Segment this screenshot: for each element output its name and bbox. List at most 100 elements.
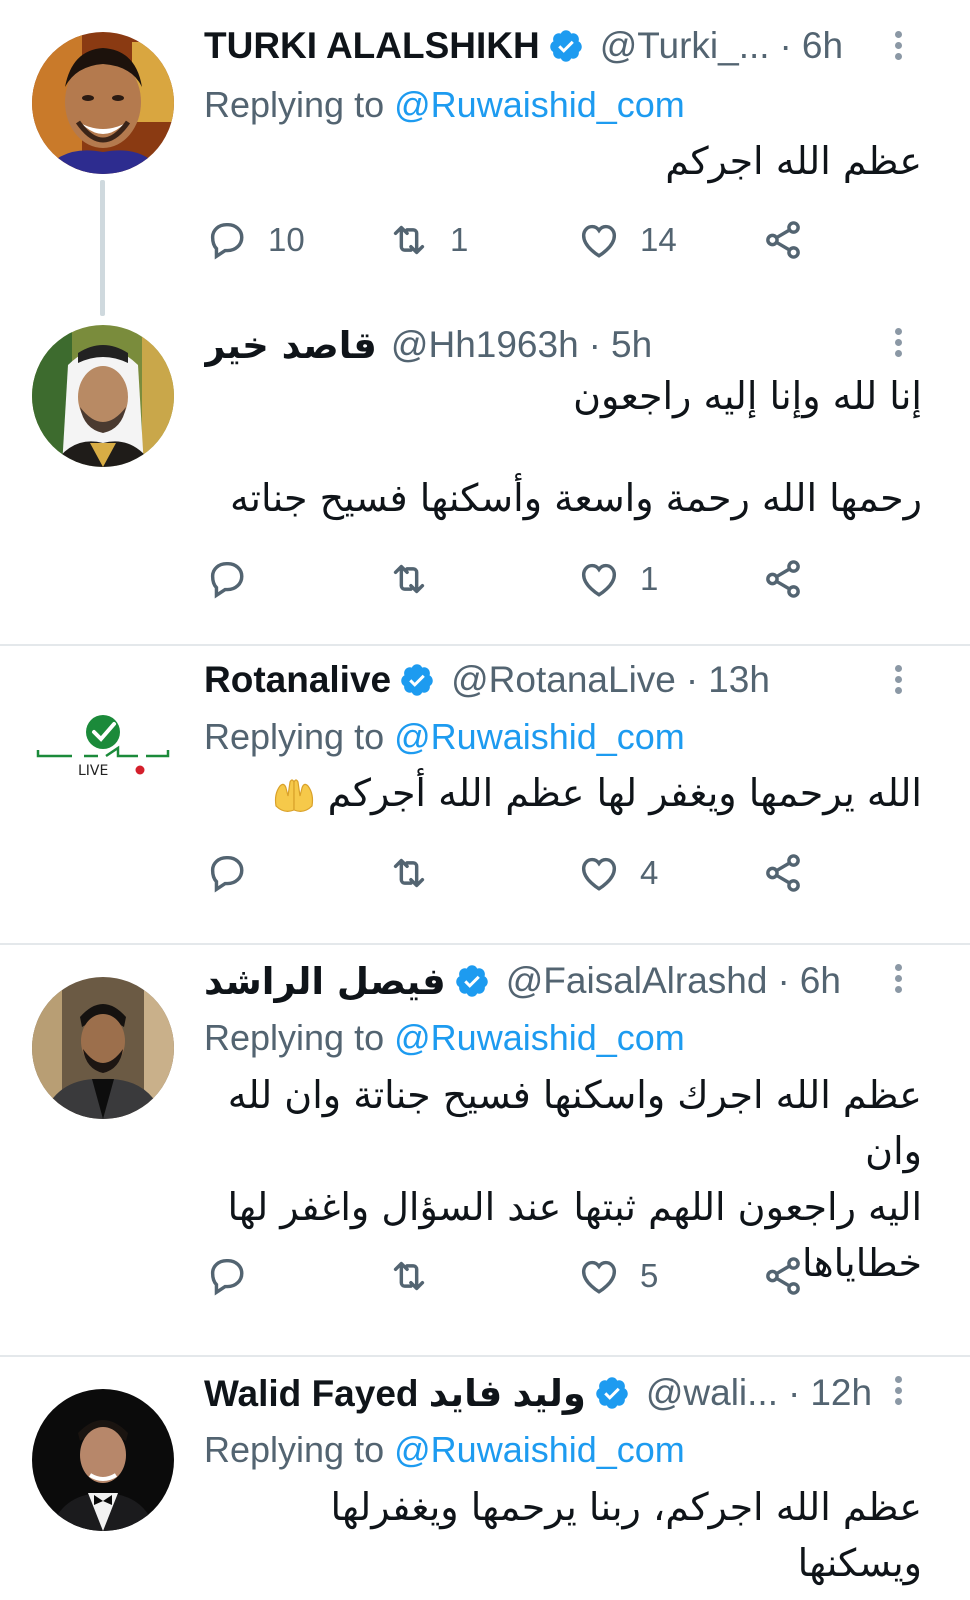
- retweet-button[interactable]: [386, 1251, 450, 1301]
- share-icon: [766, 560, 800, 598]
- heart-icon: [581, 857, 617, 891]
- more-options-icon[interactable]: [888, 662, 908, 702]
- timestamp[interactable]: 6h: [802, 25, 843, 67]
- avatar-rotana[interactable]: LIVE: [32, 676, 174, 818]
- display-name[interactable]: فيصل الراشد: [204, 960, 446, 1003]
- like-count: 5: [640, 1257, 659, 1294]
- handle[interactable]: @Turki_...: [600, 25, 770, 67]
- replying-to: Replying to @Ruwaishid_com: [204, 84, 685, 126]
- timestamp[interactable]: 6h: [800, 960, 841, 1002]
- reply-icon: [210, 1258, 244, 1296]
- verified-badge-icon: [455, 965, 488, 997]
- display-name[interactable]: Walid Fayed وليد فايد: [204, 1372, 586, 1415]
- mention-link[interactable]: @Ruwaishid_com: [394, 84, 685, 125]
- handle[interactable]: @Hh1963h: [391, 324, 579, 366]
- tweet-text-line: رحمها الله رحمة واسعة وأسكنها فسيح جناته: [230, 476, 922, 520]
- tweet-text-line: عظم الله اجرك واسكنها فسيح جناتة وان لله…: [227, 1073, 922, 1173]
- rotana-live-logo-text: LIVE: [78, 763, 108, 779]
- mention-link[interactable]: @Ruwaishid_com: [394, 1017, 685, 1058]
- timestamp[interactable]: 12h: [810, 1372, 872, 1414]
- handle[interactable]: @FaisalAlrashd: [506, 960, 768, 1002]
- replying-to: Replying to @Ruwaishid_com: [204, 1017, 685, 1059]
- retweet-icon: [393, 564, 425, 594]
- retweet-count: 1: [450, 221, 469, 258]
- tweet-rotana[interactable]: LIVE Rotanalive @RotanaLive · 13h Replyi…: [0, 646, 970, 943]
- share-button[interactable]: [760, 848, 806, 898]
- retweet-button[interactable]: [386, 848, 450, 898]
- avatar-turki[interactable]: [32, 32, 174, 174]
- avatar-walid[interactable]: [32, 1389, 174, 1531]
- tweet-text-line: الله يرحمها ويغفر لها عظم الله أجركم: [204, 766, 922, 820]
- mention-link[interactable]: @Ruwaishid_com: [394, 716, 685, 757]
- tweet-text-line: عظم الله اجركم، ربنا يرحمها ويغفرلها ويس…: [330, 1485, 922, 1585]
- retweet-icon: [393, 1261, 425, 1291]
- replying-to-label: Replying to: [204, 716, 385, 757]
- share-button[interactable]: [760, 1251, 806, 1301]
- share-button[interactable]: [760, 554, 806, 604]
- reply-icon: [210, 561, 244, 599]
- tweet-header: قاصد خير @Hh1963h · 5h: [204, 319, 880, 371]
- avatar-faisal[interactable]: [32, 977, 174, 1119]
- like-button[interactable]: 4: [576, 848, 658, 898]
- separator-dot: ·: [588, 324, 601, 365]
- replying-to-label: Replying to: [204, 1017, 385, 1058]
- reply-button[interactable]: 10: [204, 215, 305, 265]
- separator-dot: ·: [779, 25, 792, 66]
- tweet-text-line: إنا لله وإنا إليه راجعون: [573, 374, 922, 418]
- display-name[interactable]: Rotanalive: [204, 659, 391, 701]
- timestamp[interactable]: 5h: [611, 324, 652, 366]
- retweet-button[interactable]: 1: [386, 215, 468, 265]
- more-options-icon[interactable]: [888, 28, 908, 68]
- replying-to: Replying to @Ruwaishid_com: [204, 1429, 685, 1471]
- raising-hands-emoji-icon: [274, 778, 313, 812]
- display-name[interactable]: TURKI ALALSHIKH: [204, 25, 540, 67]
- reply-button[interactable]: [204, 1251, 268, 1301]
- retweet-button[interactable]: [386, 554, 450, 604]
- handle[interactable]: @RotanaLive: [451, 659, 676, 701]
- handle[interactable]: @wali...: [646, 1372, 778, 1414]
- more-options-icon[interactable]: [888, 325, 908, 365]
- retweet-icon: [393, 858, 425, 888]
- like-count: 4: [640, 854, 659, 891]
- tweet-qasid[interactable]: قاصد خير @Hh1963h · 5h إنا لله وإنا إليه…: [0, 315, 970, 630]
- mention-link[interactable]: @Ruwaishid_com: [394, 1429, 685, 1470]
- timestamp[interactable]: 13h: [708, 659, 770, 701]
- tweet-header: TURKI ALALSHIKH @Turki_... · 6h: [204, 20, 880, 72]
- reply-button[interactable]: [204, 848, 268, 898]
- reply-icon: [210, 855, 244, 893]
- display-name[interactable]: قاصد خير: [204, 324, 377, 367]
- retweet-icon: [393, 225, 425, 255]
- like-count: 1: [640, 560, 659, 597]
- heart-icon: [581, 563, 617, 597]
- tweet-turki[interactable]: TURKI ALALSHIKH @Turki_... · 6h Replying…: [0, 0, 970, 316]
- tweet-actions: 1: [204, 554, 824, 604]
- tweet-faisal[interactable]: فيصل الراشد @FaisalAlrashd · 6h Replying…: [0, 945, 970, 1355]
- tweet-text: عظم الله اجركم: [204, 134, 922, 188]
- tweet-actions: 5: [204, 1251, 824, 1301]
- like-button[interactable]: 5: [576, 1251, 658, 1301]
- like-button[interactable]: 1: [576, 554, 658, 604]
- more-options-icon[interactable]: [888, 1373, 908, 1413]
- reply-count: 10: [268, 221, 305, 258]
- tweet-actions: 4: [204, 848, 824, 898]
- tweet-header: فيصل الراشد @FaisalAlrashd · 6h: [204, 955, 880, 1007]
- tweet-text-line: عظم الله اجركم: [665, 139, 922, 183]
- tweet-header: Walid Fayed وليد فايد @wali... · 12h: [204, 1367, 880, 1419]
- tweet-actions: 10 1 14: [204, 215, 824, 265]
- like-button[interactable]: 14: [576, 215, 677, 265]
- share-button[interactable]: [760, 215, 806, 265]
- verified-badge-icon: [401, 664, 433, 696]
- share-icon: [766, 854, 800, 892]
- verified-badge-icon: [549, 30, 582, 62]
- tweet-text: الله يرحمها ويغفر لها عظم الله أجركم: [204, 766, 922, 820]
- verified-badge-icon: [596, 1377, 628, 1409]
- reply-button[interactable]: [204, 554, 268, 604]
- avatar-qasid[interactable]: [32, 325, 174, 467]
- separator-dot: ·: [787, 1372, 801, 1413]
- heart-icon: [581, 1260, 617, 1294]
- separator-dot: ·: [777, 960, 790, 1001]
- reply-icon: [210, 222, 244, 260]
- thread-line: [100, 180, 105, 316]
- tweet-walid[interactable]: Walid Fayed وليد فايد @wali... · 12h Rep…: [0, 1357, 970, 1600]
- more-options-icon[interactable]: [888, 961, 908, 1001]
